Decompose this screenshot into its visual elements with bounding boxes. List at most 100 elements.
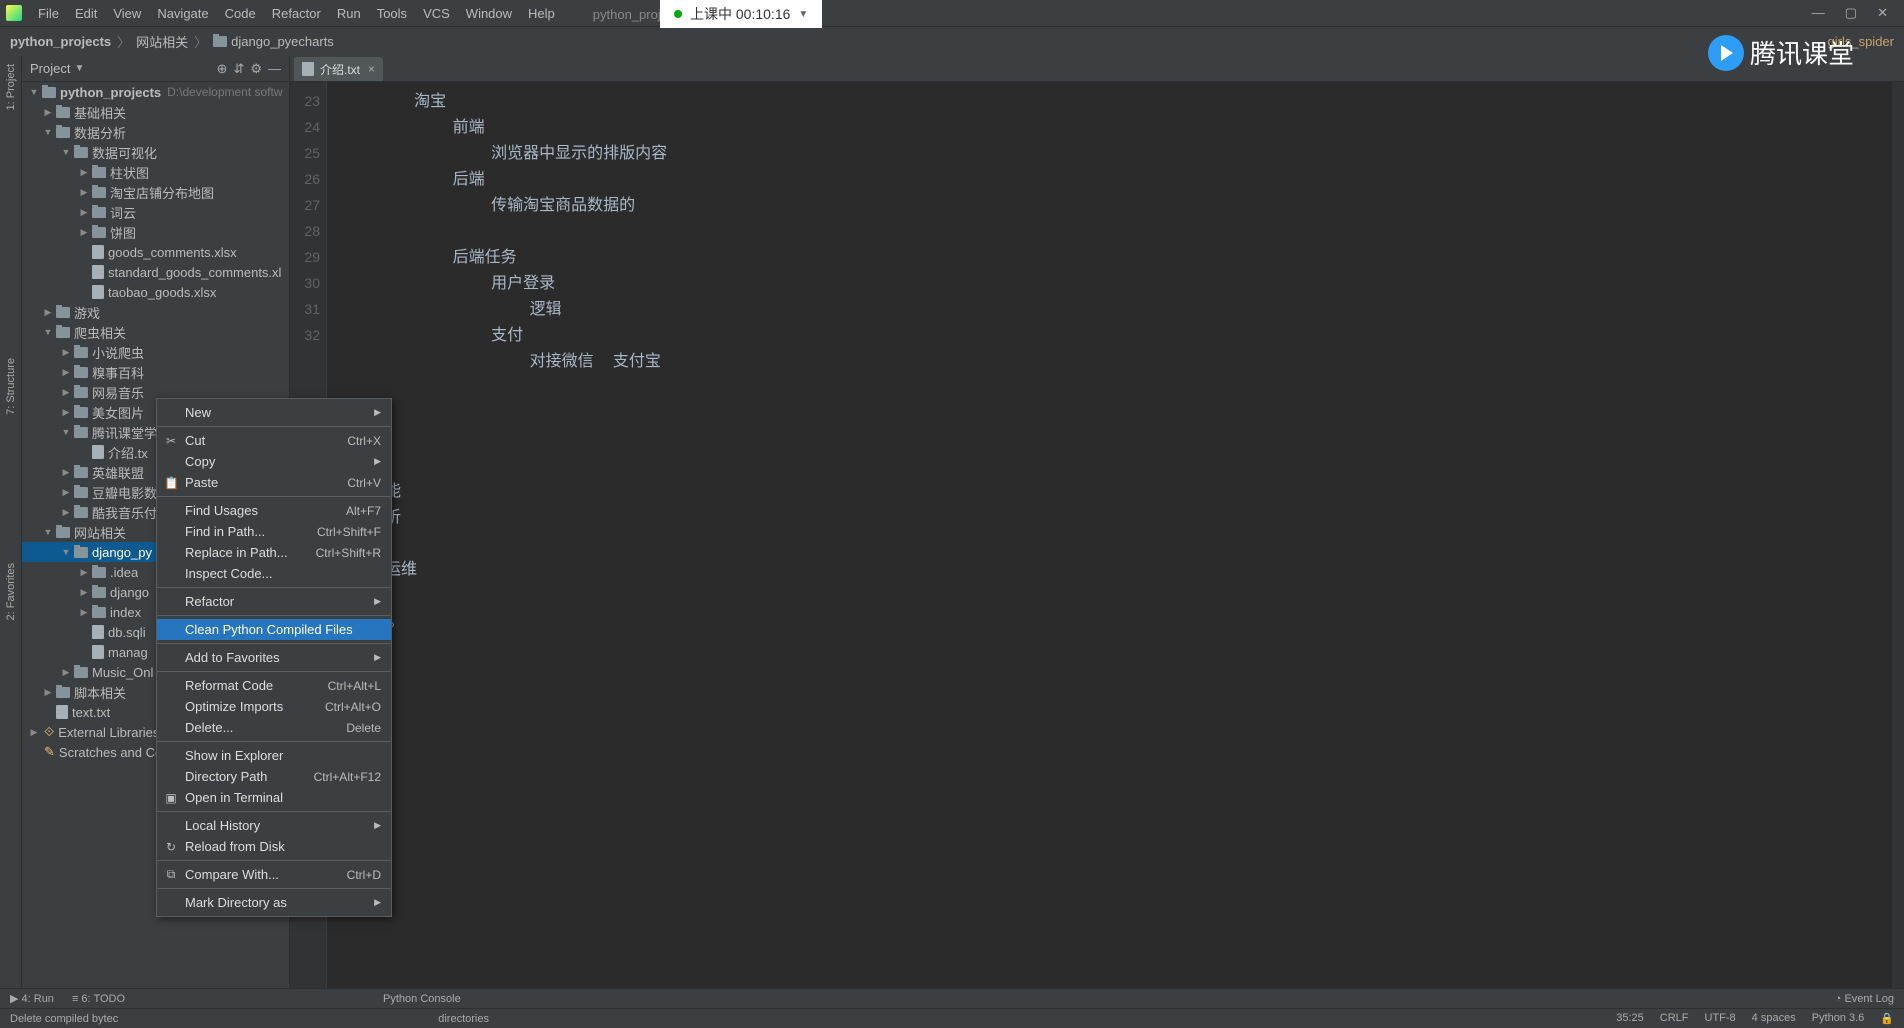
bottom-tools-bar: ▶ 4: Run ≡ 6: TODO Python Console ◔ Even…: [0, 988, 1904, 1008]
menu-navigate[interactable]: Navigate: [149, 4, 216, 23]
tree-root[interactable]: ▼python_projectsD:\development softw: [22, 82, 289, 102]
collapse-icon[interactable]: ⇵: [233, 61, 244, 77]
tree-node[interactable]: ▼数据分析: [22, 122, 289, 142]
menu-show-explorer[interactable]: Show in Explorer: [157, 745, 391, 766]
minimize-icon[interactable]: —: [1812, 5, 1825, 21]
project-panel-header: Project ▼ ⊕ ⇵ ⚙ —: [22, 56, 289, 82]
menu-replace-in-path[interactable]: Replace in Path...Ctrl+Shift+R: [157, 542, 391, 563]
menu-local-history[interactable]: Local History▶: [157, 815, 391, 836]
tree-node[interactable]: ▼数据可视化: [22, 142, 289, 162]
toolwin-todo[interactable]: ≡ 6: TODO: [72, 993, 125, 1005]
breadcrumb-leaf[interactable]: django_pyecharts: [213, 34, 334, 49]
context-menu: New▶ ✂CutCtrl+X Copy▶ 📋PasteCtrl+V Find …: [156, 398, 392, 917]
tree-node[interactable]: ▶小说爬虫: [22, 342, 289, 362]
hide-icon[interactable]: —: [268, 61, 281, 76]
ide-logo-icon: [6, 5, 22, 21]
tree-node[interactable]: ▶基础相关: [22, 102, 289, 122]
toolwin-structure[interactable]: 7: Structure: [5, 354, 17, 419]
live-class-badge[interactable]: 上课中 00:10:16 ▼: [660, 0, 822, 28]
play-icon: [1708, 35, 1744, 71]
menu-optimize-imports[interactable]: Optimize ImportsCtrl+Alt+O: [157, 696, 391, 717]
close-icon[interactable]: ×: [368, 62, 375, 76]
status-position[interactable]: 35:25: [1616, 1012, 1644, 1025]
editor: 介绍.txt × 23242526272829303132 淘宝 前端 浏览器中…: [290, 56, 1904, 988]
breadcrumb-root[interactable]: python_projects: [10, 34, 111, 49]
titlebar: File Edit View Navigate Code Refactor Ru…: [0, 0, 1904, 26]
toolwin-project[interactable]: 1: Project: [5, 60, 17, 114]
toolwin-favorites[interactable]: 2: Favorites: [5, 559, 17, 624]
tree-node[interactable]: ▶淘宝店铺分布地图: [22, 182, 289, 202]
menu-window[interactable]: Window: [458, 4, 520, 23]
tree-file[interactable]: standard_goods_comments.xl: [22, 262, 289, 282]
menu-reload-disk[interactable]: ↻Reload from Disk: [157, 836, 391, 857]
paste-icon: 📋: [164, 476, 178, 490]
statusbar: Delete compiled bytec directories 35:25 …: [0, 1008, 1904, 1028]
menu-copy[interactable]: Copy▶: [157, 451, 391, 472]
menu-find-in-path[interactable]: Find in Path...Ctrl+Shift+F: [157, 521, 391, 542]
menu-reformat-code[interactable]: Reformat CodeCtrl+Alt+L: [157, 675, 391, 696]
toolwin-run[interactable]: ▶ 4: Run: [10, 992, 54, 1005]
chevron-down-icon: ▼: [798, 9, 808, 20]
breadcrumb: python_projects 〉 网站相关 〉 django_pyechart…: [0, 26, 1904, 56]
live-dot-icon: [674, 10, 682, 18]
menu-compare-with[interactable]: ⧉Compare With...Ctrl+D: [157, 864, 391, 885]
menu-find-usages[interactable]: Find UsagesAlt+F7: [157, 500, 391, 521]
menu-open-terminal[interactable]: ▣Open in Terminal: [157, 787, 391, 808]
menu-clean-python-compiled[interactable]: Clean Python Compiled Files: [157, 619, 391, 640]
tree-file[interactable]: taobao_goods.xlsx: [22, 282, 289, 302]
live-label: 上课中 00:10:16: [690, 4, 790, 24]
menu-edit[interactable]: Edit: [67, 4, 105, 23]
status-encoding[interactable]: UTF-8: [1705, 1012, 1736, 1025]
menu-new[interactable]: New▶: [157, 402, 391, 423]
menu-view[interactable]: View: [105, 4, 149, 23]
menu-directory-path[interactable]: Directory PathCtrl+Alt+F12: [157, 766, 391, 787]
terminal-icon: ▣: [164, 791, 178, 805]
menu-mark-directory[interactable]: Mark Directory as▶: [157, 892, 391, 913]
tree-node[interactable]: ▶饼图: [22, 222, 289, 242]
menu-refactor[interactable]: Refactor: [264, 4, 329, 23]
menu-code[interactable]: Code: [217, 4, 264, 23]
menu-file[interactable]: File: [30, 4, 67, 23]
lock-icon[interactable]: 🔒: [1880, 1012, 1894, 1025]
tree-node[interactable]: ▶词云: [22, 202, 289, 222]
status-python[interactable]: Python 3.6: [1812, 1012, 1865, 1025]
compare-icon: ⧉: [164, 867, 178, 882]
tree-node[interactable]: ▶糗事百科: [22, 362, 289, 382]
code-area[interactable]: 淘宝 前端 浏览器中显示的排版内容 后端 传输淘宝商品数据的 后端任务 用户登录…: [326, 82, 1892, 988]
menu-help[interactable]: Help: [520, 4, 563, 23]
tencent-logo-text: 腾讯课堂: [1750, 34, 1854, 71]
chevron-down-icon[interactable]: ▼: [74, 63, 84, 74]
menu-add-favorites[interactable]: Add to Favorites▶: [157, 647, 391, 668]
tab-label: 介绍.txt: [320, 61, 360, 78]
tree-file[interactable]: goods_comments.xlsx: [22, 242, 289, 262]
menu-refactor[interactable]: Refactor▶: [157, 591, 391, 612]
cut-icon: ✂: [164, 434, 178, 448]
project-panel-title[interactable]: Project: [30, 61, 70, 76]
menu-run[interactable]: Run: [329, 4, 369, 23]
editor-tab[interactable]: 介绍.txt ×: [294, 57, 383, 81]
editor-right-stripe: [1892, 82, 1904, 988]
status-indent[interactable]: 4 spaces: [1752, 1012, 1796, 1025]
locate-icon[interactable]: ⊕: [217, 61, 228, 77]
status-line-sep[interactable]: CRLF: [1660, 1012, 1689, 1025]
menu-paste[interactable]: 📋PasteCtrl+V: [157, 472, 391, 493]
status-message: Delete compiled bytec: [10, 1013, 118, 1025]
file-icon: [302, 62, 314, 76]
editor-tabs: 介绍.txt ×: [290, 56, 1904, 82]
menu-tools[interactable]: Tools: [369, 4, 415, 23]
maximize-icon[interactable]: ▢: [1845, 5, 1857, 21]
tencent-ketang-overlay: 腾讯课堂: [1708, 34, 1854, 71]
close-icon[interactable]: ✕: [1877, 5, 1888, 21]
tree-node[interactable]: ▶柱状图: [22, 162, 289, 182]
toolwin-python-console[interactable]: Python Console: [383, 993, 461, 1005]
menu-vcs[interactable]: VCS: [415, 4, 458, 23]
gear-icon[interactable]: ⚙: [250, 61, 262, 77]
menu-delete[interactable]: Delete...Delete: [157, 717, 391, 738]
menu-cut[interactable]: ✂CutCtrl+X: [157, 430, 391, 451]
folder-icon: [213, 36, 227, 47]
breadcrumb-mid[interactable]: 网站相关: [136, 32, 188, 51]
menu-inspect-code[interactable]: Inspect Code...: [157, 563, 391, 584]
event-log[interactable]: ◔ Event Log: [1835, 993, 1894, 1005]
tree-node[interactable]: ▼爬虫相关: [22, 322, 289, 342]
tree-node[interactable]: ▶游戏: [22, 302, 289, 322]
